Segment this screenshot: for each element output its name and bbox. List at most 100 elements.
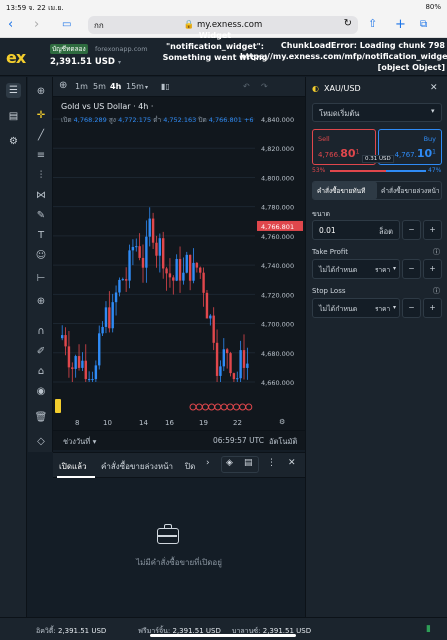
stack-icon[interactable]: ▤: [244, 458, 253, 468]
settings-icon[interactable]: ⚙: [6, 134, 21, 149]
close-order-panel-icon[interactable]: ✕: [430, 83, 438, 93]
lock-icon[interactable]: ⌂: [34, 365, 48, 379]
mode-select[interactable]: โหมดเริ่มต้น ▾: [312, 103, 442, 122]
price-tick-label: 4,760.000: [261, 233, 294, 241]
volume-decrease-button[interactable]: −: [402, 220, 421, 240]
channel-icon[interactable]: ⫶: [34, 169, 48, 183]
spread-badge: 0.31 USD: [362, 155, 394, 163]
candle-body: [98, 333, 101, 366]
buy-sentiment: 47%: [428, 167, 442, 174]
sl-increase-button[interactable]: +: [423, 298, 442, 318]
account-balance[interactable]: 2,391.51 USD ▾: [50, 57, 121, 67]
sl-decrease-button[interactable]: −: [402, 298, 421, 318]
emoji-icon[interactable]: ☺: [34, 249, 48, 263]
reload-icon[interactable]: ↻: [344, 18, 352, 29]
event-marker: [226, 403, 234, 411]
tabs-scroll-icon[interactable]: ›: [206, 458, 210, 468]
tab-open[interactable]: เปิดแล้ว: [59, 460, 87, 473]
tp-decrease-button[interactable]: −: [402, 259, 421, 279]
candle-body: [114, 292, 118, 303]
more-icon[interactable]: ⋮: [267, 458, 276, 468]
price-tick-label: 4,700.000: [261, 321, 294, 329]
measure-icon[interactable]: ⊢: [34, 272, 48, 286]
candle-body: [205, 292, 209, 319]
candle-body: [165, 268, 168, 274]
timeframe-15m[interactable]: 15m: [126, 82, 144, 91]
sl-info-icon[interactable]: ⓘ: [433, 286, 440, 296]
zoom-icon[interactable]: ⊕: [34, 295, 48, 309]
tp-info-icon[interactable]: ⓘ: [433, 247, 440, 257]
calendar-icon[interactable]: ▤: [6, 109, 21, 124]
axis-settings-icon[interactable]: ⚙: [279, 418, 285, 426]
tab-market-order[interactable]: คำสั่งซื้อขายทันที: [313, 182, 377, 199]
tab-pending-order[interactable]: คำสั่งซื้อขายล่วงหน้า: [381, 186, 440, 196]
empty-state-text: ไม่มีคำสั่งซื้อขายที่เปิดอยู่: [136, 558, 222, 567]
event-marker: [239, 403, 247, 411]
scroll-left-handle[interactable]: [55, 399, 61, 413]
price-tick-label: 4,680.000: [261, 350, 294, 358]
brush-icon[interactable]: ✎: [34, 209, 48, 223]
ios-status-bar: 13:59 จ. 22 เม.ย. 80%: [0, 0, 447, 14]
candle-body: [202, 272, 205, 293]
candle-style-icon[interactable]: ▮▯: [161, 82, 170, 91]
candle-body: [178, 258, 182, 281]
eye-icon[interactable]: ◉: [34, 385, 48, 399]
cursor-icon[interactable]: ✛: [34, 109, 48, 123]
redo-icon[interactable]: ↷: [261, 82, 268, 91]
take-profit-input[interactable]: ไม่ได้กำหนด ราคา ▾: [312, 259, 400, 279]
timeframe-4h[interactable]: 4h: [110, 82, 121, 91]
open-positions-list: ไม่มีคำสั่งซื้อขายที่เปิดอยู่: [53, 478, 305, 618]
candle-body: [239, 350, 242, 379]
candle-body: [168, 273, 172, 278]
candle-body: [215, 342, 219, 376]
tabs-icon[interactable]: ⧉: [420, 19, 427, 30]
collapse-icon[interactable]: ◇: [34, 435, 48, 449]
menu-icon[interactable]: ☰: [6, 83, 21, 98]
tab-closed[interactable]: ปิด: [185, 460, 195, 473]
candle-body: [101, 326, 104, 334]
timeframe-5m[interactable]: 5m: [93, 82, 106, 91]
event-marker: [214, 403, 222, 411]
trash-icon[interactable]: 🗑: [34, 411, 48, 425]
trend-line-icon[interactable]: ╱: [34, 129, 48, 143]
share-icon[interactable]: ⇧: [368, 17, 377, 30]
tp-label: Take Profit: [312, 248, 349, 256]
bookmarks-icon[interactable]: ▭: [62, 19, 71, 30]
timeframe-dropdown-icon[interactable]: ▾: [145, 84, 148, 91]
text-icon[interactable]: T: [34, 229, 48, 243]
pattern-icon[interactable]: ⋈: [34, 189, 48, 203]
undo-icon[interactable]: ↶: [243, 82, 250, 91]
stop-loss-input[interactable]: ไม่ได้กำหนด ราคา ▾: [312, 298, 400, 318]
back-icon[interactable]: ‹: [8, 17, 13, 32]
volume-input[interactable]: 0.01 ล็อต: [312, 220, 400, 240]
gold-flag-icon: ◐: [312, 84, 319, 93]
add-indicator-icon[interactable]: ⊕: [59, 80, 67, 91]
tab-pending[interactable]: คำสั่งซื้อขายล่วงหน้า: [101, 460, 173, 473]
close-panel-icon[interactable]: ✕: [288, 458, 296, 468]
new-tab-icon[interactable]: +: [395, 17, 406, 32]
tp-increase-button[interactable]: +: [423, 259, 442, 279]
fib-icon[interactable]: ≡: [34, 149, 48, 163]
timeframe-1m[interactable]: 1m: [75, 82, 88, 91]
lock-drawing-icon[interactable]: ✐: [34, 345, 48, 359]
candle-body: [91, 379, 94, 381]
volume-increase-button[interactable]: +: [423, 220, 442, 240]
exness-logo[interactable]: ex: [6, 48, 26, 67]
time-axis: 8 10 14 16 19 22 ⚙: [53, 417, 305, 430]
candle-body: [246, 363, 249, 368]
time-tick-label: 8: [75, 419, 80, 427]
layers-icon[interactable]: ◈: [226, 458, 233, 468]
forward-icon[interactable]: ›: [34, 17, 39, 32]
auto-scale-button[interactable]: อัตโนมัติ: [269, 436, 297, 448]
candle-body: [124, 279, 128, 281]
crosshair-icon[interactable]: ⊕: [34, 85, 48, 99]
candle-body: [188, 254, 192, 281]
candle-body: [128, 250, 131, 281]
magnet-icon[interactable]: ∩: [34, 325, 48, 339]
sell-sentiment: 53%: [312, 167, 326, 174]
date-range-button[interactable]: ช่วงวันที่ ▾: [63, 436, 96, 448]
candle-body: [74, 356, 77, 369]
price-tick-label: 4,800.000: [261, 174, 294, 182]
chart-title: Gold vs US Dollar · 4h ·: [61, 102, 154, 111]
price-chart[interactable]: 4,840.000 4,820.000 4,800.000 4,780.000 4,76…: [53, 97, 305, 417]
